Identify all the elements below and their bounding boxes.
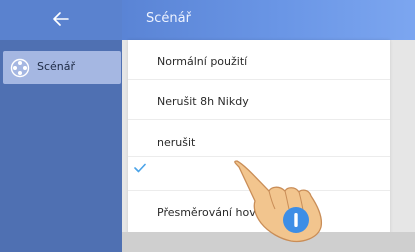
sidebar: Scénář: [0, 0, 122, 252]
page-title: Scénář: [146, 11, 191, 26]
sidebar-item-label: Scénář: [37, 60, 76, 73]
option-dnd-8h-never[interactable]: Nerušit 8h Nikdy: [157, 95, 249, 108]
option-divider: [128, 79, 390, 80]
back-button[interactable]: [0, 0, 122, 40]
pointing-hand-icon: [234, 160, 323, 243]
option-normal-use[interactable]: Normální použití: [157, 55, 247, 68]
option-divider: [128, 119, 390, 120]
option-dnd[interactable]: nerušit: [157, 136, 195, 149]
checkmark-icon: [134, 163, 146, 173]
sidebar-item-scenario[interactable]: Scénář: [3, 51, 121, 84]
header: Scénář: [122, 0, 415, 40]
arrow-left-icon: [53, 12, 69, 26]
scene-icon: [10, 58, 30, 78]
